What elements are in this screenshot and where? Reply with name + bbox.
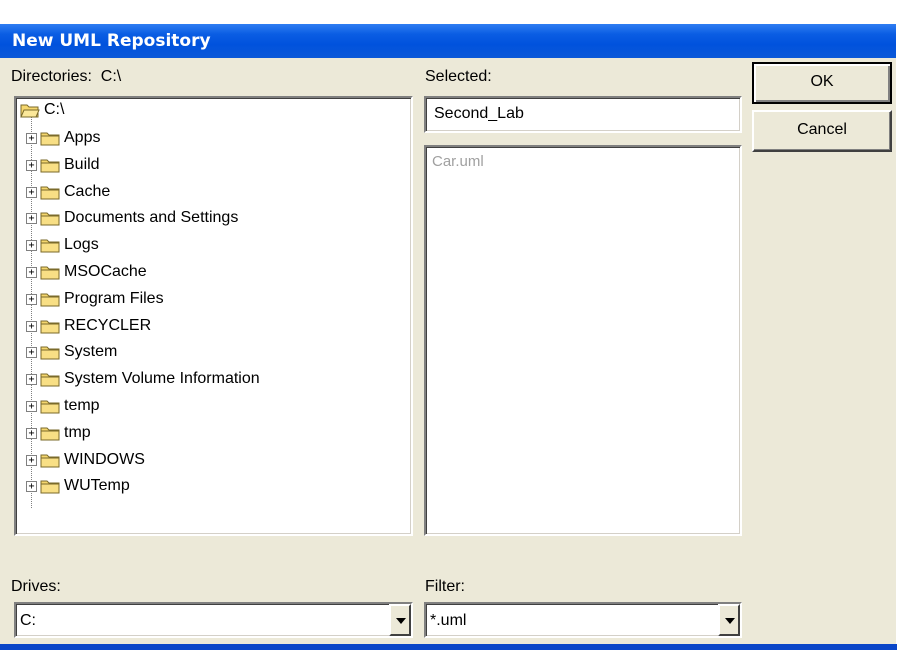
tree-item-label: Logs — [64, 236, 99, 254]
tree-root-c-drive[interactable]: C:\ — [16, 100, 406, 126]
tree-item-label: MSOCache — [64, 263, 147, 280]
window-title: New UML Repository — [12, 31, 211, 51]
filter-dropdown-button[interactable] — [718, 604, 740, 636]
chevron-down-icon — [396, 618, 406, 624]
tree-item[interactable]: + System Volume Information — [16, 367, 406, 393]
tree-item[interactable]: + RECYCLER — [16, 314, 406, 340]
directories-label: Directories: C:\ — [11, 68, 122, 85]
expand-icon[interactable]: + — [26, 401, 37, 412]
tree-item[interactable]: + MSOCache — [16, 260, 406, 286]
tree-item-label: Program Files — [64, 289, 164, 307]
chevron-down-icon — [725, 618, 735, 624]
expand-icon[interactable]: + — [26, 213, 37, 225]
expand-icon[interactable]: + — [26, 347, 37, 359]
tree-item-label: tmp — [64, 423, 91, 441]
expand-icon[interactable]: + — [26, 293, 37, 305]
folder-icon — [40, 478, 60, 494]
drives-label: Drives: — [11, 578, 61, 595]
folder-icon — [40, 184, 60, 200]
tree-item-label: System Volume Information — [64, 370, 260, 388]
open-folder-icon — [20, 102, 40, 118]
expand-icon[interactable]: + — [26, 454, 37, 466]
tree-item[interactable]: + Cache — [16, 180, 406, 206]
drives-select[interactable]: C: — [14, 602, 413, 638]
tree-item[interactable]: + WINDOWS — [16, 448, 406, 474]
expand-icon[interactable]: + — [26, 186, 37, 198]
filter-select[interactable]: *.uml — [424, 602, 742, 638]
folder-icon — [40, 452, 60, 468]
folder-icon — [40, 344, 60, 360]
tree-item-label: C:\ — [44, 101, 65, 118]
expand-icon[interactable]: + — [26, 427, 37, 439]
folder-icon — [40, 157, 60, 173]
folder-icon — [40, 210, 60, 226]
selected-name-value: Second_Lab — [434, 105, 524, 122]
folder-icon — [40, 130, 60, 146]
tree-item[interactable]: + Logs — [16, 233, 406, 259]
tree-item-label: WINDOWS — [64, 450, 145, 468]
folder-icon — [40, 291, 60, 307]
tree-item[interactable]: + System — [16, 340, 406, 366]
tree-item[interactable]: + temp — [16, 394, 406, 420]
folder-icon — [40, 264, 60, 280]
folder-icon — [40, 237, 60, 253]
tree-item-label: System — [64, 343, 118, 361]
tree-item-label: Apps — [64, 129, 101, 146]
selected-label: Selected: — [425, 68, 492, 85]
tree-item-label: Build — [64, 155, 100, 173]
tree-item-label: Documents and Settings — [64, 209, 239, 227]
ok-button[interactable]: OK — [752, 62, 892, 104]
tree-item[interactable]: + Apps — [16, 126, 406, 152]
tree-item-label: temp — [64, 397, 100, 414]
tree-item[interactable]: + WUTemp — [16, 474, 406, 500]
tree-item[interactable]: + tmp — [16, 421, 406, 447]
drives-dropdown-button[interactable] — [389, 604, 411, 636]
tree-item-label: WUTemp — [64, 477, 130, 495]
filter-label: Filter: — [425, 578, 465, 595]
folder-icon — [40, 425, 60, 441]
expand-icon[interactable]: + — [26, 481, 37, 493]
expand-icon[interactable]: + — [26, 267, 37, 278]
cancel-button[interactable]: Cancel — [752, 110, 892, 152]
folder-icon — [40, 371, 60, 387]
tree-item[interactable]: + Program Files — [16, 287, 406, 313]
current-path: C:\ — [100, 68, 122, 85]
tree-item-label: Cache — [64, 182, 111, 200]
expand-icon[interactable]: + — [26, 159, 37, 171]
expand-icon[interactable]: + — [26, 320, 37, 332]
drives-value: C: — [20, 612, 36, 629]
expand-icon[interactable]: + — [26, 240, 37, 252]
dialog-window: New UML Repository Directories: C:\ C:\ +… — [0, 24, 897, 650]
expand-icon[interactable]: + — [26, 133, 37, 144]
tree-item[interactable]: + Documents and Settings — [16, 206, 406, 232]
directory-tree[interactable]: C:\ + Apps + Build + Cache + Documents and Setti… — [14, 96, 413, 536]
file-list-item[interactable]: Car.uml — [432, 153, 484, 170]
filter-value: *.uml — [430, 612, 467, 629]
selected-name-input[interactable]: Second_Lab — [424, 96, 742, 133]
window-bottom-edge — [0, 644, 897, 650]
folder-icon — [40, 318, 60, 334]
file-list[interactable]: Car.uml — [424, 145, 742, 536]
folder-icon — [40, 398, 60, 414]
tree-item[interactable]: + Build — [16, 153, 406, 179]
tree-item-label: RECYCLER — [64, 316, 152, 334]
title-bar[interactable]: New UML Repository — [0, 24, 896, 58]
expand-icon[interactable]: + — [26, 374, 37, 386]
